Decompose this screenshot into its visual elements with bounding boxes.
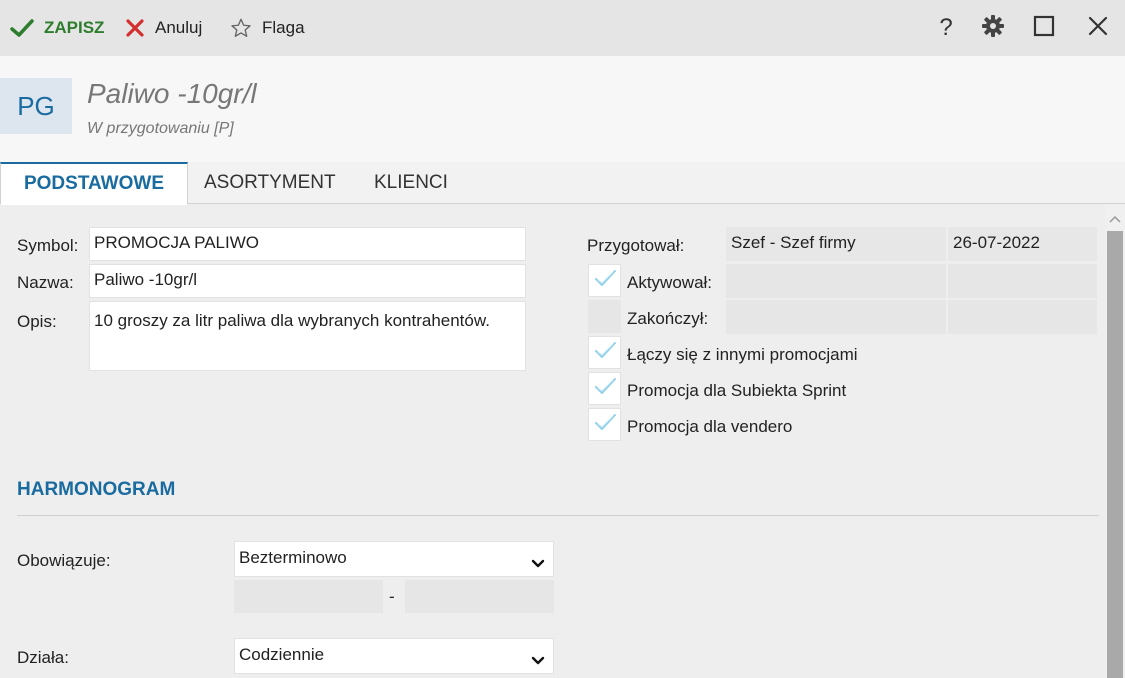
avatar: PG — [0, 78, 72, 134]
finished-date-field — [948, 300, 1097, 334]
status-subtitle: W przygotowaniu [P] — [87, 120, 234, 137]
save-button[interactable]: ZAPISZ — [10, 14, 104, 42]
flag-button[interactable]: Flaga — [230, 14, 305, 42]
activated-label: Aktywował: — [627, 273, 713, 292]
save-label: ZAPISZ — [44, 18, 105, 37]
check-icon — [593, 268, 617, 293]
prepared-by-field: Szef - Szef firmy — [726, 227, 946, 261]
gear-icon — [981, 14, 1005, 43]
valid-label: Obowiązuje: — [17, 551, 111, 570]
schedule-heading: HARMONOGRAM — [17, 479, 176, 500]
check-icon — [593, 340, 617, 365]
star-icon — [230, 17, 252, 39]
works-select[interactable]: Codziennie — [234, 638, 554, 674]
valid-select[interactable]: Bezterminowo — [234, 541, 554, 577]
vendero-promotion-label: Promocja dla vendero — [627, 417, 793, 436]
prepared-label: Przygotował: — [587, 236, 685, 255]
combine-promotions-label: Łączy się z innymi promocjami — [627, 345, 858, 364]
works-select-value: Codziennie — [239, 645, 325, 664]
check-icon — [593, 412, 617, 437]
tab-bar: PODSTAWOWE ASORTYMENT KLIENCI — [0, 162, 1125, 205]
settings-button[interactable] — [979, 14, 1007, 42]
page-title: Paliwo -10gr/l — [87, 78, 257, 109]
prepared-date-field: 26-07-2022 — [948, 227, 1097, 261]
chevron-down-icon — [531, 651, 545, 671]
finished-checkbox[interactable] — [588, 300, 621, 333]
activated-by-field — [726, 264, 946, 298]
description-label: Opis: — [17, 312, 57, 331]
combine-promotions-checkbox[interactable] — [588, 336, 621, 369]
date-separator: - — [389, 587, 395, 606]
close-x-icon — [125, 18, 145, 38]
finished-label: Zakończył: — [627, 309, 709, 328]
activated-date-field — [948, 264, 1097, 298]
cancel-label: Anuluj — [155, 18, 203, 37]
tab-podstawowe[interactable]: PODSTAWOWE — [0, 162, 188, 205]
flag-label: Flaga — [262, 18, 305, 37]
help-button[interactable]: ? — [932, 14, 960, 42]
tab-asortyment[interactable]: ASORTYMENT — [188, 162, 352, 204]
activated-checkbox[interactable] — [588, 264, 621, 297]
maximize-button[interactable] — [1030, 14, 1058, 42]
sprint-promotion-label: Promocja dla Subiekta Sprint — [627, 381, 847, 400]
symbol-field[interactable]: PROMOCJA PALIWO — [89, 227, 526, 261]
cancel-button[interactable]: Anuluj — [125, 14, 202, 42]
chevron-down-icon — [531, 554, 545, 574]
vertical-scrollbar[interactable] — [1105, 205, 1125, 678]
check-icon — [593, 376, 617, 401]
form-content: Symbol: PROMOCJA PALIWO Nazwa: Paliwo -1… — [0, 205, 1105, 678]
name-label: Nazwa: — [17, 273, 74, 292]
close-button[interactable] — [1084, 14, 1112, 42]
scrollbar-thumb[interactable] — [1107, 231, 1123, 678]
tab-klienci[interactable]: KLIENCI — [358, 162, 464, 204]
name-field[interactable]: Paliwo -10gr/l — [89, 264, 526, 298]
divider — [17, 515, 1099, 516]
finished-by-field — [726, 300, 946, 334]
document-header: PG Paliwo -10gr/l W przygotowaniu [P] — [0, 56, 1125, 162]
checkmark-icon — [10, 18, 34, 38]
sprint-promotion-checkbox[interactable] — [588, 372, 621, 405]
close-icon — [1087, 15, 1109, 42]
description-field[interactable]: 10 groszy za litr paliwa dla wybranych k… — [89, 301, 526, 371]
symbol-label: Symbol: — [17, 236, 79, 255]
scroll-up-arrow[interactable] — [1105, 211, 1125, 227]
toolbar: ZAPISZ Anuluj Flaga ? — [0, 0, 1125, 56]
vendero-promotion-checkbox[interactable] — [588, 408, 621, 441]
valid-select-value: Bezterminowo — [239, 548, 347, 567]
works-label: Działa: — [17, 648, 69, 667]
maximize-icon — [1033, 15, 1055, 42]
date-from-field[interactable] — [234, 580, 383, 613]
question-icon: ? — [939, 14, 953, 41]
date-to-field[interactable] — [405, 580, 554, 613]
